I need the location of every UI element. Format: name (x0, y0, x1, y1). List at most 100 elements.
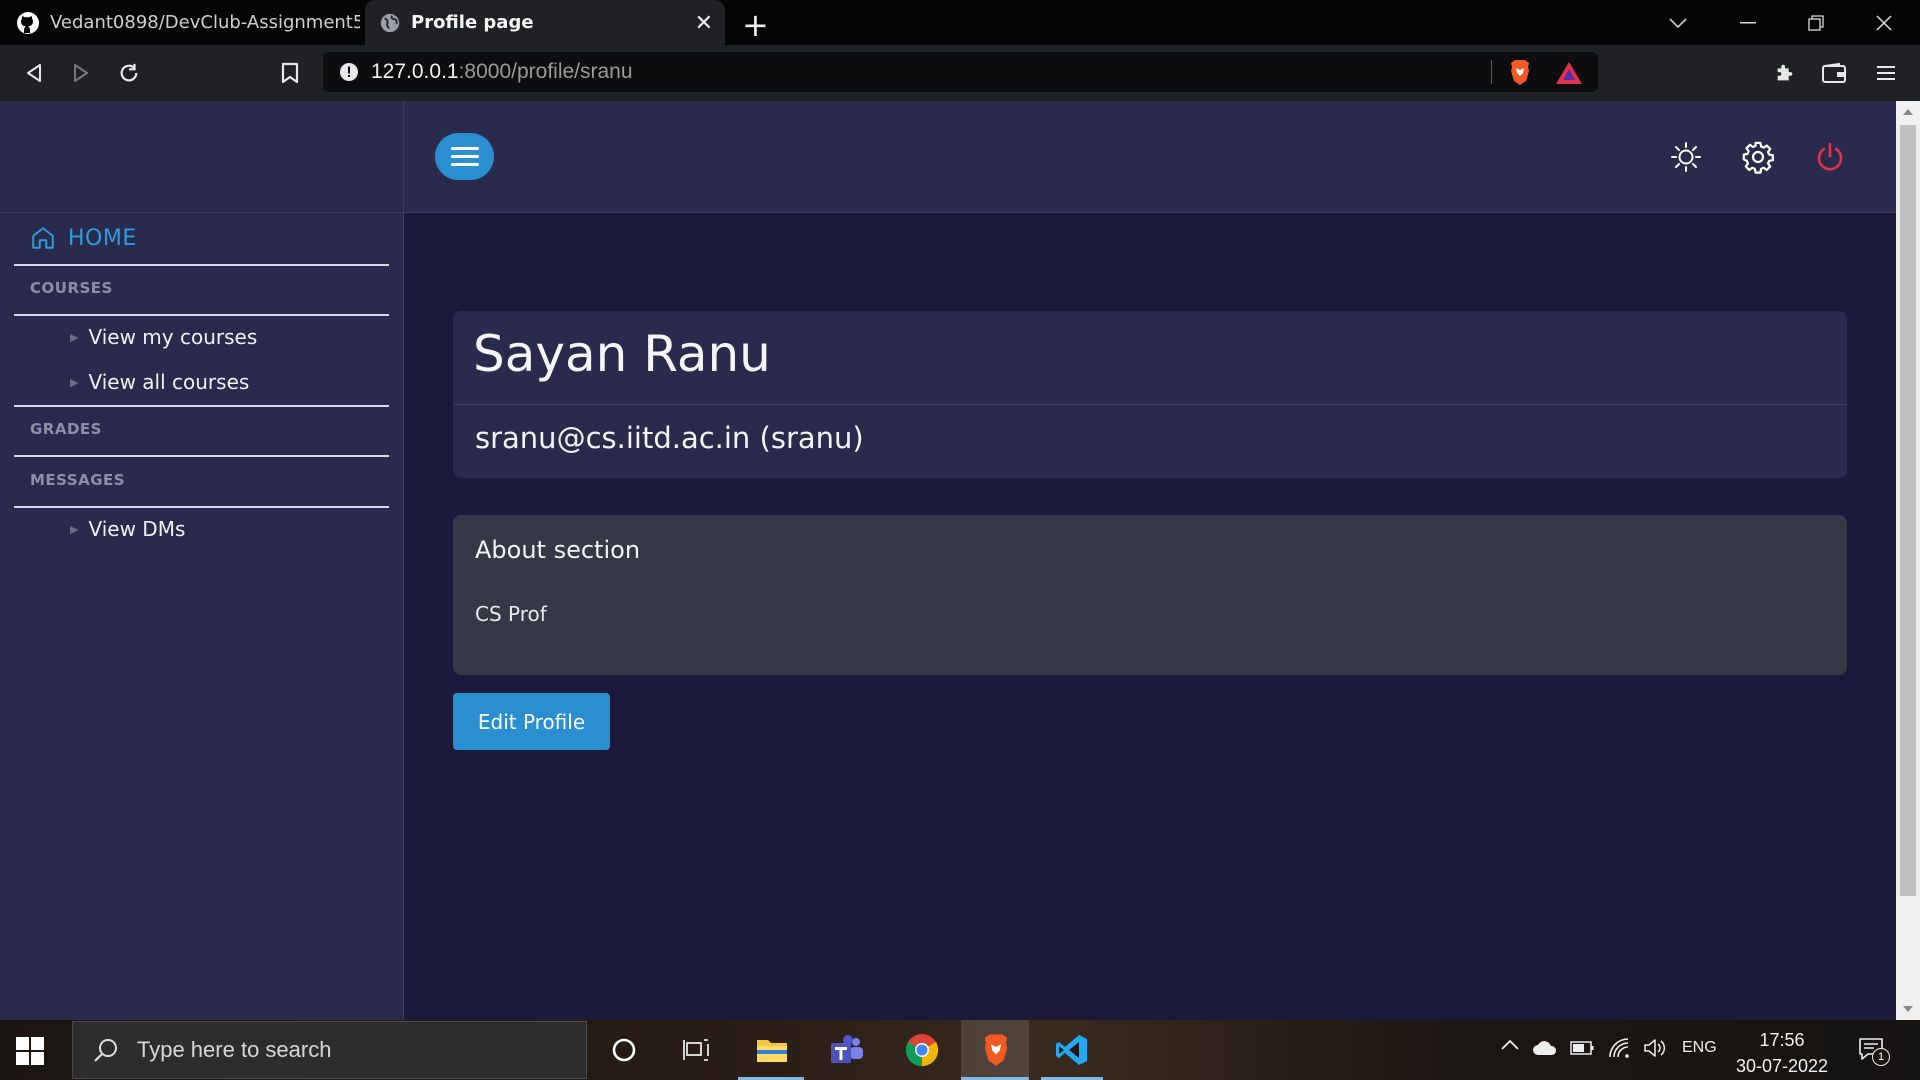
page-scrollbar[interactable] (1896, 101, 1920, 1020)
sidebar-heading-courses: COURSES (30, 279, 113, 297)
sidebar-link-label: View my courses (88, 325, 258, 349)
notification-count-badge: 1 (1872, 1048, 1890, 1066)
tab-github[interactable]: Vedant0898/DevClub-Assignment5: Ba (0, 0, 365, 45)
sidebar-item-view-my-courses[interactable]: ▶ View my courses (70, 325, 257, 349)
chrome-icon[interactable] (902, 1030, 942, 1070)
gear-icon (1742, 141, 1775, 174)
theme-toggle-button[interactable] (1666, 137, 1706, 177)
reload-icon (120, 63, 138, 82)
browser-tab-bar: Vedant0898/DevClub-Assignment5: Ba Profi… (0, 0, 1920, 45)
caret-right-icon: ▶ (70, 522, 79, 536)
clock-date: 30-07-2022 (1735, 1056, 1829, 1076)
clock-time: 17:56 (1759, 1030, 1805, 1050)
search-icon (94, 1039, 117, 1062)
sidebar-item-view-all-courses[interactable]: ▶ View all courses (70, 370, 249, 394)
logout-button[interactable] (1810, 137, 1850, 177)
search-placeholder: Type here to search (137, 1037, 332, 1062)
wallet-icon (1822, 63, 1846, 83)
scroll-down-icon[interactable] (1903, 1006, 1913, 1013)
task-view-icon[interactable] (676, 1030, 716, 1070)
bookmark-button[interactable] (274, 57, 306, 89)
brave-rewards-icon[interactable] (1555, 61, 1583, 85)
sidebar-divider (14, 405, 389, 407)
extensions-button[interactable] (1769, 57, 1801, 89)
power-icon (1817, 142, 1843, 171)
about-text: CS Prof (475, 602, 547, 626)
sidebar-divider (14, 455, 389, 457)
sidebar-heading-grades[interactable]: GRADES (30, 420, 102, 438)
address-bar[interactable]: 127.0.0.1:8000/profile/sranu (323, 52, 1598, 92)
about-card: About section CS Prof (453, 515, 1847, 675)
taskbar-clock[interactable]: 17:56 30-07-2022 (1730, 1027, 1834, 1079)
tab-title: Vedant0898/DevClub-Assignment5: Ba (50, 12, 360, 33)
tray-overflow-chevron-icon[interactable] (1500, 1038, 1520, 1056)
taskbar-search-box[interactable]: Type here to search (72, 1021, 587, 1079)
close-window-button[interactable] (1852, 0, 1916, 45)
card-divider (453, 404, 1847, 405)
sidebar-heading-messages: MESSAGES (30, 471, 126, 489)
sidebar-toggle-button[interactable] (435, 133, 494, 180)
reload-button[interactable] (113, 57, 145, 89)
scrollbar-thumb[interactable] (1900, 125, 1916, 896)
onedrive-icon[interactable] (1532, 1040, 1558, 1061)
sun-icon (1671, 142, 1701, 172)
forward-arrow-icon (74, 64, 88, 82)
close-tab-icon[interactable]: ✕ (695, 11, 713, 36)
sidebar: HOME COURSES ▶ View my courses ▶ View al… (0, 101, 404, 1020)
info-icon (340, 63, 358, 81)
caret-right-icon: ▶ (70, 375, 79, 389)
edit-profile-button[interactable]: Edit Profile (453, 693, 610, 750)
cortana-icon[interactable] (604, 1030, 644, 1070)
caret-right-icon: ▶ (70, 330, 79, 344)
profile-email: sranu@cs.iitd.ac.in (sranu) (475, 421, 864, 455)
menu-bar (450, 147, 479, 150)
restore-button[interactable] (1784, 0, 1848, 45)
notifications-button[interactable]: 1 (1858, 1036, 1890, 1067)
github-icon (17, 11, 39, 34)
sidebar-logo-area (0, 101, 403, 213)
profile-card: Sayan Ranu sranu@cs.iitd.ac.in (sranu) (453, 311, 1847, 478)
brave-shields-icon[interactable] (1508, 59, 1532, 86)
url-path: :8000/profile/sranu (458, 60, 633, 83)
sidebar-divider (14, 506, 389, 508)
menu-bar (450, 163, 479, 166)
globe-icon (380, 13, 400, 32)
input-language[interactable]: ENG (1682, 1039, 1717, 1057)
sidebar-divider (14, 264, 389, 266)
about-title: About section (475, 536, 641, 564)
puzzle-icon (1777, 64, 1793, 81)
windows-start-icon[interactable] (16, 1037, 44, 1065)
forward-button[interactable] (65, 57, 97, 89)
battery-icon[interactable] (1570, 1041, 1594, 1060)
teams-icon[interactable] (827, 1030, 867, 1070)
vscode-icon[interactable] (1052, 1030, 1092, 1070)
tab-profile-page[interactable]: Profile page ✕ (365, 0, 725, 45)
back-button[interactable] (18, 57, 50, 89)
brave-browser-icon[interactable] (976, 1030, 1016, 1070)
volume-icon[interactable] (1643, 1037, 1667, 1064)
bookmark-icon (281, 62, 299, 84)
sidebar-link-label: View all courses (88, 370, 250, 394)
profile-name: Sayan Ranu (473, 325, 771, 383)
minimize-button[interactable] (1716, 0, 1780, 45)
scroll-up-icon[interactable] (1903, 108, 1913, 115)
file-explorer-icon[interactable] (752, 1030, 792, 1070)
browser-menu-button[interactable] (1870, 57, 1902, 89)
wallet-button[interactable] (1818, 57, 1850, 89)
browser-toolbar: 127.0.0.1:8000/profile/sranu (0, 45, 1920, 101)
url-text: 127.0.0.1:8000/profile/sranu (371, 60, 633, 84)
settings-button[interactable] (1738, 137, 1778, 177)
tab-search-chevron-icon[interactable] (1646, 0, 1710, 45)
tab-title: Profile page (411, 12, 534, 33)
sidebar-item-home[interactable]: HOME (30, 225, 137, 251)
top-navbar (404, 101, 1896, 213)
sidebar-home-label: HOME (68, 225, 137, 251)
wifi-icon[interactable] (1608, 1037, 1630, 1064)
page-content: HOME COURSES ▶ View my courses ▶ View al… (0, 101, 1896, 1020)
sidebar-link-label: View DMs (88, 517, 186, 541)
sidebar-item-view-dms[interactable]: ▶ View DMs (70, 517, 185, 541)
new-tab-button[interactable]: + (742, 6, 769, 44)
sidebar-divider (14, 314, 389, 316)
hamburger-menu-icon (1877, 66, 1895, 80)
url-host: 127.0.0.1 (371, 60, 459, 83)
